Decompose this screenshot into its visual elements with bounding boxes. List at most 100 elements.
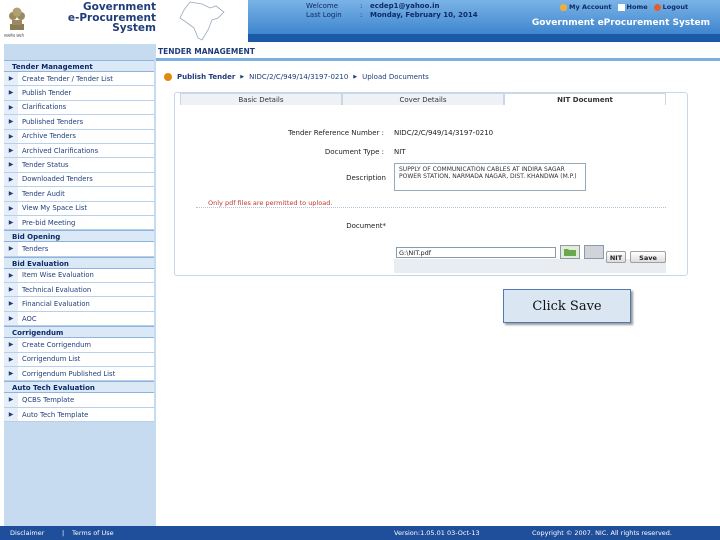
sidebar-item-label: Corrigendum Published List bbox=[22, 369, 116, 378]
sidebar-item[interactable]: ▶ Corrigendum Published List bbox=[4, 367, 154, 382]
sidebar-menu: Tender Management ▶ Create Tender / Tender… bbox=[4, 60, 154, 423]
sidebar-item[interactable]: ▶ Corrigendum List bbox=[4, 352, 154, 368]
user-icon bbox=[560, 3, 567, 11]
india-map-icon bbox=[179, 1, 225, 41]
chevron-right-icon: ▶ bbox=[4, 115, 18, 129]
description-label: Description bbox=[346, 174, 386, 182]
menu-group-3[interactable]: Corrigendum bbox=[4, 326, 154, 339]
chevron-right-icon: ▶ bbox=[4, 311, 18, 326]
sidebar-item[interactable]: ▶ Tender Status bbox=[4, 158, 154, 173]
doc-type-label: Document Type : bbox=[324, 148, 384, 156]
chevron-right-icon: ▶ bbox=[4, 158, 18, 172]
menu-group-0[interactable]: Tender Management bbox=[4, 60, 154, 72]
document-label: Document* bbox=[346, 222, 386, 230]
sidebar-item[interactable]: ▶ Downloaded Tenders bbox=[4, 172, 154, 188]
instruction-callout: Click Save bbox=[503, 289, 631, 323]
doc-type-value: NIT bbox=[394, 148, 406, 156]
sidebar-item[interactable]: ▶ Financial Evaluation bbox=[4, 297, 154, 312]
bullet-icon bbox=[164, 73, 172, 81]
chevron-right-icon: ▶ bbox=[4, 407, 18, 422]
menu-group-4[interactable]: Auto Tech Evaluation bbox=[4, 381, 154, 394]
sidebar-item-label: Financial Evaluation bbox=[22, 300, 90, 309]
sidebar-item-label: Auto Tech Template bbox=[22, 410, 89, 419]
sidebar-item-label: Item Wise Evaluation bbox=[22, 271, 94, 280]
breadcrumb-publish-tender[interactable]: Publish Tender bbox=[177, 73, 235, 81]
clear-button[interactable] bbox=[584, 245, 604, 259]
menu-group-1[interactable]: Bid Opening bbox=[4, 230, 154, 243]
logout-link[interactable]: Logout bbox=[653, 3, 688, 11]
sidebar-item[interactable]: ▶ Clarifications bbox=[4, 100, 154, 116]
user-email: ecdep1@yahoo.in bbox=[370, 2, 440, 10]
save-button[interactable]: Save bbox=[630, 251, 666, 263]
tab-basic-details[interactable]: Basic Details bbox=[180, 93, 342, 105]
section-divider bbox=[156, 58, 720, 61]
sidebar-item[interactable]: ▶ AOC bbox=[4, 311, 154, 327]
chevron-right-icon: ▶ bbox=[4, 143, 18, 158]
chevron-right-icon: ▶ bbox=[4, 352, 18, 367]
user-info: Welcome: ecdep1@yahoo.in Last Login: Monda… bbox=[306, 2, 478, 19]
tender-ref-label: Tender Reference Number : bbox=[288, 129, 384, 137]
tender-ref-value: NIDC/2/C/949/14/3197-0210 bbox=[394, 129, 494, 137]
menu-group-2[interactable]: Bid Evaluation bbox=[4, 256, 154, 269]
sidebar-item-label: Create Corrigendum bbox=[22, 340, 92, 349]
last-login: Monday, February 10, 2014 bbox=[370, 11, 478, 19]
sidebar-item[interactable]: ▶ Auto Tech Template bbox=[4, 407, 154, 423]
terms-link[interactable]: Terms of Use bbox=[72, 529, 114, 537]
sidebar-item[interactable]: ▶ Create Tender / Tender List bbox=[4, 72, 154, 87]
breadcrumb: Publish Tender ▶ NIDC/2/C/949/14/3197-02… bbox=[164, 73, 429, 81]
description-field[interactable]: SUPPLY OF COMMUNICATION CABLES AT INDIRA… bbox=[394, 163, 586, 191]
breadcrumb-tender-ref[interactable]: NIDC/2/C/949/14/3197-0210 bbox=[249, 73, 348, 81]
section-title: TENDER MANAGEMENT bbox=[158, 47, 255, 56]
sidebar-item[interactable]: ▶ Tender Audit bbox=[4, 187, 154, 202]
chevron-right-icon: ▶ bbox=[4, 283, 18, 297]
file-path-input[interactable]: G:\NIT.pdf bbox=[396, 247, 556, 258]
chevron-right-icon: ▶ bbox=[4, 268, 18, 283]
sidebar-item[interactable]: ▶ Published Tenders bbox=[4, 115, 154, 130]
chevron-right-icon: ▶ bbox=[4, 172, 18, 187]
disclaimer-link[interactable]: Disclaimer bbox=[10, 529, 44, 537]
chevron-right-icon: ▶ bbox=[4, 201, 18, 215]
chevron-right-icon: ▶ bbox=[4, 297, 18, 311]
home-icon bbox=[617, 3, 625, 11]
tab-cover-details[interactable]: Cover Details bbox=[342, 93, 504, 105]
copyright-text: Copyright © 2007. NIC. All rights reserv… bbox=[532, 529, 672, 537]
sidebar-item[interactable]: ▶ Tenders bbox=[4, 242, 154, 257]
chevron-right-icon: ▶ bbox=[4, 215, 18, 230]
sidebar-item[interactable]: ▶ Publish Tender bbox=[4, 86, 154, 101]
app-logo-title: Government e-Procurement System bbox=[67, 1, 156, 34]
sidebar-item[interactable]: ▶ Archive Tenders bbox=[4, 129, 154, 144]
home-link[interactable]: Home bbox=[617, 3, 648, 11]
chevron-right-icon: ▶ bbox=[4, 367, 18, 381]
sidebar-item-label: Pre-bid Meeting bbox=[22, 218, 76, 227]
browse-button[interactable] bbox=[560, 245, 580, 259]
version-text: Version:1.05.01 03-Oct-13 bbox=[394, 529, 480, 537]
sidebar-item[interactable]: ▶ Technical Evaluation bbox=[4, 283, 154, 298]
chevron-right-icon: ▶ bbox=[4, 242, 18, 256]
chevron-right-icon: ▶ bbox=[4, 338, 18, 352]
sidebar-item[interactable]: ▶ Item Wise Evaluation bbox=[4, 268, 154, 284]
top-links: My Account Home Logout bbox=[560, 3, 688, 11]
emblem-caption: सत्यमेव जयते bbox=[4, 33, 24, 38]
chevron-right-icon: ▶ bbox=[4, 72, 18, 86]
nit-button[interactable]: NIT bbox=[606, 251, 626, 263]
sidebar-item[interactable]: ▶ QCBS Template bbox=[4, 393, 154, 408]
tab-nit-document[interactable]: NIT Document bbox=[504, 93, 666, 105]
sidebar-item[interactable]: ▶ Pre-bid Meeting bbox=[4, 215, 154, 231]
chevron-right-icon: ▶ bbox=[4, 393, 18, 407]
sidebar-item-label: Archived Clarifications bbox=[22, 146, 99, 155]
my-account-link[interactable]: My Account bbox=[560, 3, 612, 11]
sidebar-item[interactable]: ▶ Create Corrigendum bbox=[4, 338, 154, 353]
breadcrumb-upload-documents: Upload Documents bbox=[362, 73, 429, 81]
sidebar-item[interactable]: ▶ View My Space List bbox=[4, 201, 154, 216]
sidebar-item-label: Technical Evaluation bbox=[22, 285, 92, 294]
sidebar-item-label: Archive Tenders bbox=[22, 132, 76, 141]
sidebar-item[interactable]: ▶ Archived Clarifications bbox=[4, 143, 154, 159]
footer: Disclaimer | Terms of Use Version:1.05.0… bbox=[0, 526, 720, 540]
sidebar-item-label: AOC bbox=[22, 314, 37, 323]
sidebar-item-label: Publish Tender bbox=[22, 89, 72, 98]
footer-separator: | bbox=[62, 529, 65, 537]
sidebar-item-label: Tenders bbox=[22, 244, 49, 253]
chevron-right-icon: ▶ bbox=[240, 74, 245, 80]
chevron-right-icon: ▶ bbox=[4, 86, 18, 100]
tab-bar: Basic Details Cover Details NIT Document bbox=[180, 93, 666, 105]
